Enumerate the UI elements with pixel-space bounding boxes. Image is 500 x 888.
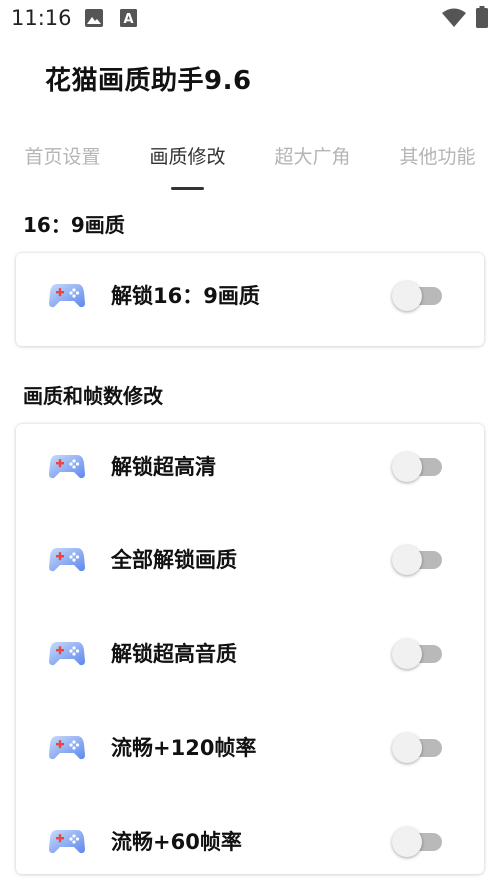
status-bar: 11:16 A [0, 0, 500, 36]
setting-row[interactable]: 解锁超高音质 [16, 624, 484, 684]
toggle-switch[interactable] [392, 452, 444, 482]
gamepad-icon [49, 544, 85, 574]
gamepad-icon [49, 451, 85, 481]
gamepad-icon [49, 280, 85, 310]
toggle-switch[interactable] [392, 827, 444, 857]
setting-label: 解锁16：9画质 [111, 284, 260, 308]
gamepad-icon [49, 826, 85, 856]
switch-thumb [392, 545, 422, 575]
tab-quality-modify[interactable]: 画质修改 [125, 142, 250, 169]
setting-label: 解锁超高音质 [111, 642, 237, 666]
setting-row[interactable]: 流畅+120帧率 [16, 718, 484, 778]
tab-active-indicator [171, 187, 204, 190]
status-time: 11:16 [11, 6, 72, 30]
setting-row[interactable]: 解锁16：9画质 [16, 266, 484, 326]
switch-thumb [392, 827, 422, 857]
image-icon [85, 9, 103, 31]
text-a-icon: A [120, 9, 137, 31]
section-title-quality-fps: 画质和帧数修改 [23, 384, 163, 408]
svg-text:A: A [123, 12, 133, 27]
toggle-switch[interactable] [392, 281, 444, 311]
gamepad-icon [49, 732, 85, 762]
page-title: 花猫画质助手9.6 [45, 66, 252, 96]
tab-wide-angle[interactable]: 超大广角 [250, 142, 375, 169]
section-title-16-9: 16：9画质 [23, 213, 125, 237]
setting-label: 解锁超高清 [111, 455, 216, 479]
setting-label: 全部解锁画质 [111, 548, 237, 572]
switch-thumb [392, 452, 422, 482]
toggle-switch[interactable] [392, 639, 444, 669]
setting-label: 流畅+60帧率 [111, 830, 242, 854]
setting-row[interactable]: 解锁超高清 [16, 437, 484, 497]
toggle-switch[interactable] [392, 545, 444, 575]
settings-card-16-9: 解锁16：9画质 [16, 253, 484, 346]
setting-row[interactable]: 全部解锁画质 [16, 530, 484, 590]
toggle-switch[interactable] [392, 733, 444, 763]
setting-label: 流畅+120帧率 [111, 736, 257, 760]
battery-icon [476, 6, 488, 32]
settings-card-quality-fps: 解锁超高清 全部解锁画质 解锁超高音质 流畅+120帧率 流畅+60帧率 [16, 424, 484, 874]
tab-other-functions[interactable]: 其他功能 [375, 142, 500, 169]
setting-row[interactable]: 流畅+60帧率 [16, 812, 484, 872]
gamepad-icon [49, 638, 85, 668]
wifi-icon [442, 8, 466, 32]
switch-thumb [392, 281, 422, 311]
switch-thumb [392, 639, 422, 669]
tab-home-settings[interactable]: 首页设置 [0, 142, 125, 169]
tab-bar: 首页设置 画质修改 超大广角 其他功能 [0, 136, 500, 194]
switch-thumb [392, 733, 422, 763]
